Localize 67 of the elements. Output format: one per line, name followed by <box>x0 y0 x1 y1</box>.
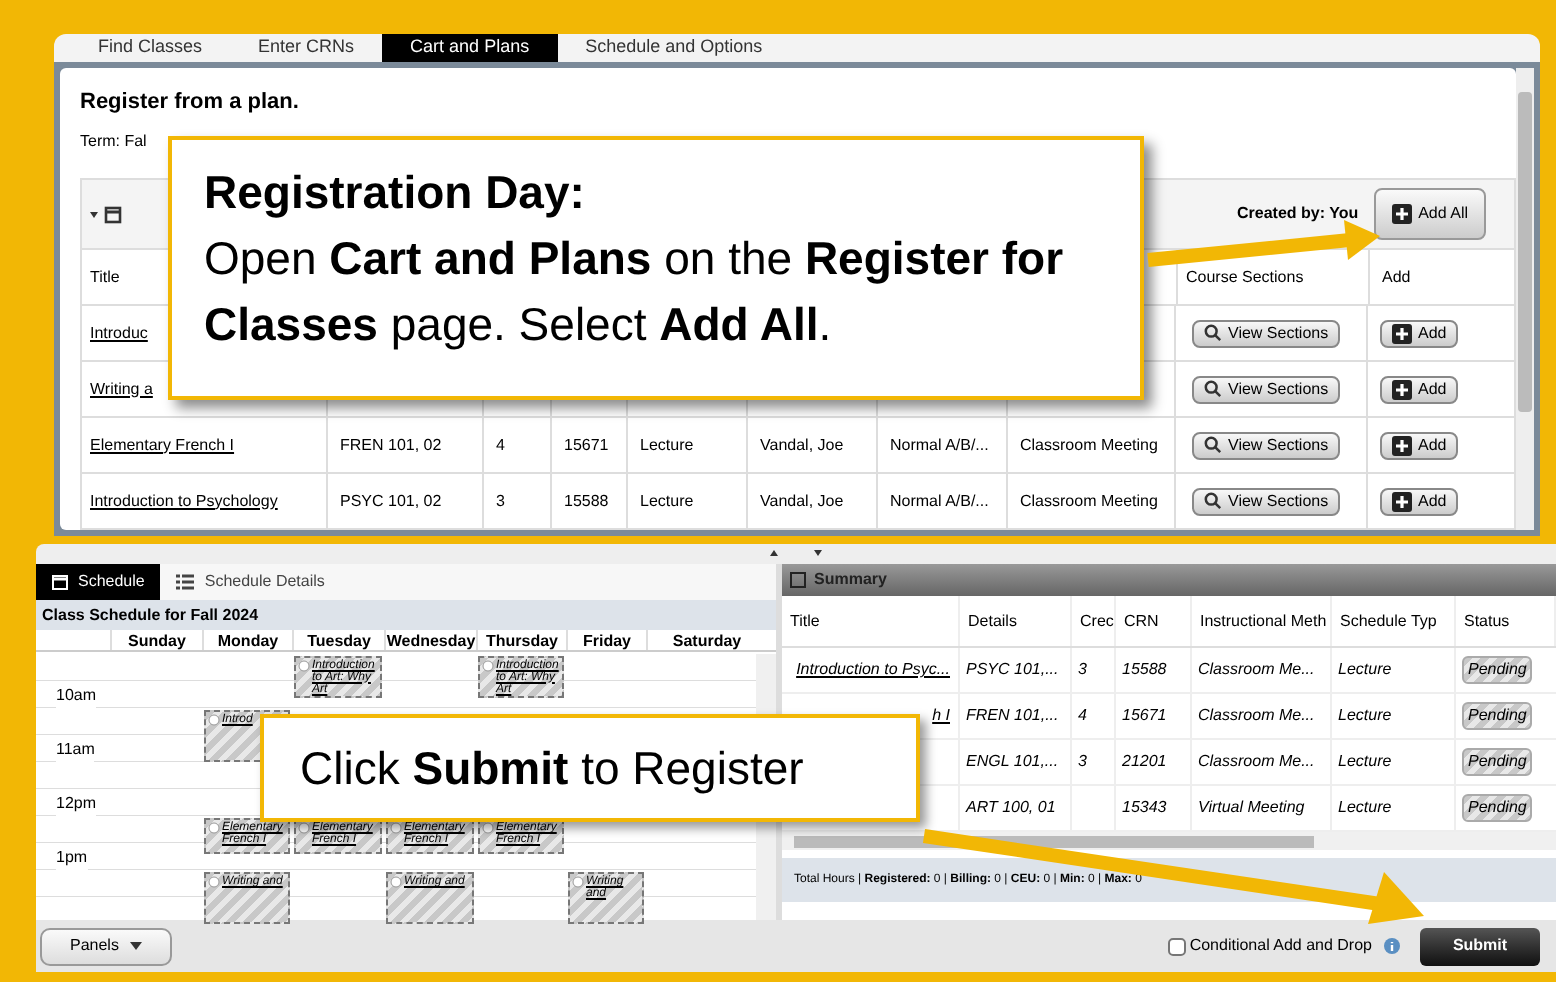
day-header: Tuesday <box>307 632 371 650</box>
callout-text: Open Cart and Plans on the Register for Classes page. Select Add All. <box>204 230 1066 354</box>
column-header: Title <box>790 609 820 633</box>
table-cell: 4 <box>496 433 505 457</box>
table-cell: 15343 <box>1122 796 1167 820</box>
table-cell: 15671 <box>564 433 609 457</box>
column-header: Title <box>90 267 120 285</box>
table-cell: Normal A/B/... <box>890 433 989 457</box>
status-badge: Pending <box>1462 794 1533 822</box>
column-header: Schedule Typ <box>1340 609 1437 633</box>
table-cell: Classroom Me... <box>1198 704 1315 728</box>
table-cell: Virtual Meeting <box>1198 796 1305 820</box>
conditional-label: Conditional Add and Drop <box>1189 934 1372 958</box>
column-header: CRN <box>1124 609 1159 633</box>
created-by-label: Created by: You <box>1236 202 1359 226</box>
table-cell: FREN 101, 02 <box>340 433 442 457</box>
table-cell: ART 100, 01 <box>966 796 1056 820</box>
table-cell: 3 <box>496 489 505 513</box>
table-cell: 15588 <box>1122 658 1167 682</box>
time-label: 1pm <box>56 846 88 870</box>
day-header: Saturday <box>672 632 742 650</box>
column-header: Details <box>968 609 1017 633</box>
column-header: Status <box>1464 609 1510 633</box>
table-cell: FREN 101,... <box>966 704 1059 728</box>
table-cell: Lecture <box>1338 704 1392 728</box>
day-header: Sunday <box>128 632 186 650</box>
callout-title: Registration Day: <box>204 164 587 222</box>
summary-header: Summary <box>782 564 1556 596</box>
time-label: 10am <box>56 684 97 708</box>
term-label: Term: Fal <box>80 130 149 154</box>
plan-heading: Register from a plan. <box>80 87 301 117</box>
time-label: 11am <box>56 738 95 762</box>
table-cell: Classroom Meeting <box>1020 433 1158 457</box>
day-header: Wednesday <box>386 632 476 650</box>
table-cell: 3 <box>1078 658 1087 682</box>
table-cell: Classroom Meeting <box>1020 489 1158 513</box>
table-cell: 15588 <box>564 489 609 513</box>
column-header: Instructional Meth <box>1200 609 1327 633</box>
table-cell: Lecture <box>640 433 694 457</box>
day-header: Friday <box>582 632 631 650</box>
day-header: Thursday <box>485 632 558 650</box>
table-cell: Vandal, Joe <box>760 489 844 513</box>
status-badge: Pending <box>1462 702 1533 730</box>
table-cell: Lecture <box>1338 658 1392 682</box>
day-header: Monday <box>217 632 279 650</box>
table-cell: Lecture <box>1338 796 1392 820</box>
table-cell: ENGL 101,... <box>966 750 1059 774</box>
table-cell: Classroom Me... <box>1198 750 1315 774</box>
table-cell: PSYC 101, 02 <box>340 489 442 513</box>
callout-text: Click Submit to Register <box>300 739 804 798</box>
table-cell: 21201 <box>1122 750 1167 774</box>
column-header: Add <box>1382 265 1411 289</box>
table-cell: 4 <box>1078 704 1087 728</box>
table-cell: 15671 <box>1122 704 1167 728</box>
status-badge: Pending <box>1462 656 1533 684</box>
time-label: 12pm <box>56 792 97 816</box>
table-cell: 3 <box>1078 750 1087 774</box>
table-cell: Normal A/B/... <box>890 489 989 513</box>
table-cell: PSYC 101,... <box>966 658 1059 682</box>
schedule-title: Class Schedule for Fall 2024 <box>36 600 777 630</box>
table-cell: Vandal, Joe <box>760 433 844 457</box>
column-header: Crec <box>1080 609 1114 633</box>
column-header: Course Sections <box>1186 265 1304 289</box>
table-cell: Lecture <box>640 489 694 513</box>
status-badge: Pending <box>1462 748 1533 776</box>
table-cell: Lecture <box>1338 750 1392 774</box>
table-cell: Classroom Me... <box>1198 658 1315 682</box>
